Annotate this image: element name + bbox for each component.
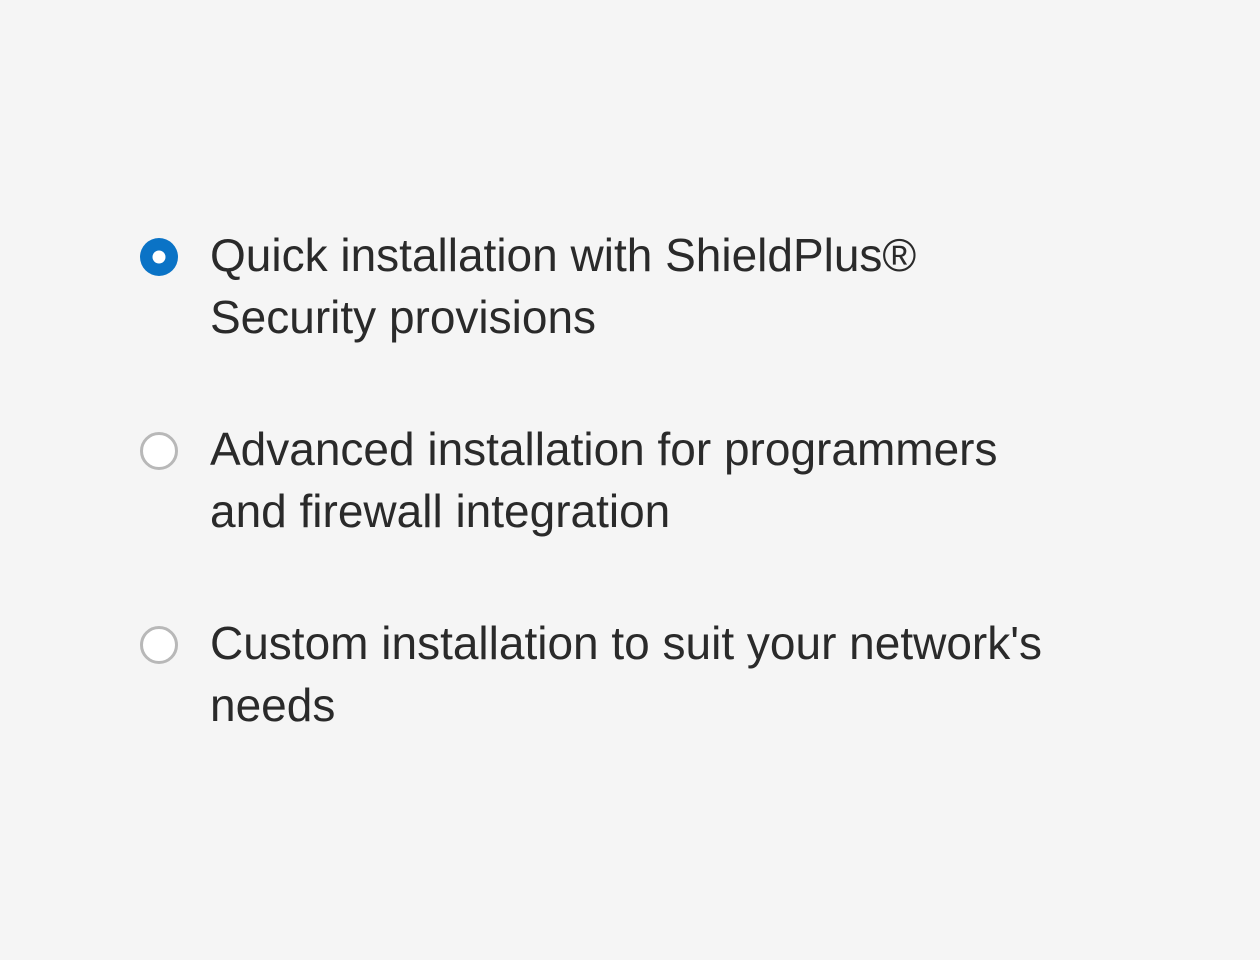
radio-button-icon [140, 626, 178, 664]
radio-label: Quick installation with ShieldPlus® Secu… [210, 224, 1080, 348]
radio-option-quick[interactable]: Quick installation with ShieldPlus® Secu… [140, 224, 1080, 348]
radio-button-icon [140, 432, 178, 470]
radio-option-advanced[interactable]: Advanced installation for programmers an… [140, 418, 1080, 542]
radio-button-icon [140, 238, 178, 276]
radio-option-custom[interactable]: Custom installation to suit your network… [140, 612, 1080, 736]
installation-options-group: Quick installation with ShieldPlus® Secu… [140, 224, 1080, 737]
radio-label: Custom installation to suit your network… [210, 612, 1080, 736]
radio-label: Advanced installation for programmers an… [210, 418, 1080, 542]
